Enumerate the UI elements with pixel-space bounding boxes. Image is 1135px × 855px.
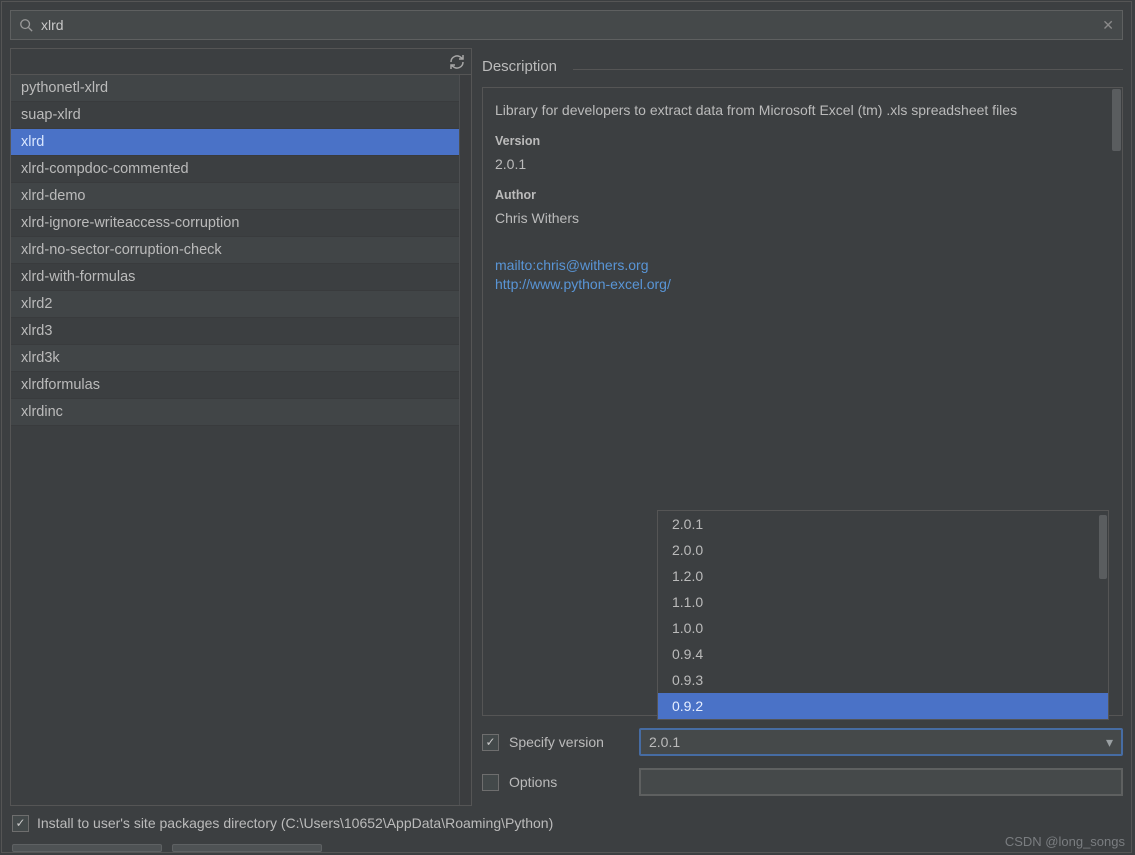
version-option[interactable]: 0.9.3: [658, 667, 1108, 693]
package-item[interactable]: xlrd3k: [11, 345, 459, 372]
package-item[interactable]: xlrd: [11, 129, 459, 156]
refresh-icon[interactable]: [449, 54, 465, 70]
package-item[interactable]: xlrd2: [11, 291, 459, 318]
version-option[interactable]: 1.2.0: [658, 563, 1108, 589]
version-option[interactable]: 1.1.0: [658, 589, 1108, 615]
version-option[interactable]: 2.0.1: [658, 511, 1108, 537]
package-link[interactable]: mailto:chris@withers.org: [495, 256, 1110, 275]
version-label: Version: [495, 134, 1110, 148]
search-input[interactable]: [33, 17, 1102, 33]
version-option[interactable]: 1.0.0: [658, 615, 1108, 641]
version-option[interactable]: 2.0.0: [658, 537, 1108, 563]
search-icon: [19, 18, 33, 32]
package-item[interactable]: suap-xlrd: [11, 102, 459, 129]
search-bar[interactable]: ✕: [10, 10, 1123, 40]
version-value: 2.0.1: [495, 156, 1110, 172]
package-item[interactable]: xlrd-ignore-writeaccess-corruption: [11, 210, 459, 237]
package-summary: Library for developers to extract data f…: [495, 102, 1110, 118]
package-item[interactable]: xlrd-demo: [11, 183, 459, 210]
options-checkbox[interactable]: [482, 774, 499, 791]
version-dropdown-scrollbar[interactable]: [1097, 511, 1108, 719]
package-list-panel: pythonetl-xlrdsuap-xlrdxlrdxlrd-compdoc-…: [10, 48, 472, 806]
specify-version-checkbox[interactable]: [482, 734, 499, 751]
author-value: Chris Withers: [495, 210, 1110, 226]
options-label: Options: [509, 774, 629, 790]
install-user-row: Install to user's site packages director…: [2, 806, 1131, 840]
chevron-down-icon: ▾: [1106, 734, 1113, 751]
package-item[interactable]: xlrd-compdoc-commented: [11, 156, 459, 183]
version-dropdown-popup[interactable]: 2.0.12.0.01.2.01.1.01.0.00.9.40.9.30.9.2: [657, 510, 1109, 720]
install-user-checkbox[interactable]: [12, 815, 29, 832]
heading-divider: [573, 69, 1123, 70]
dialog-button[interactable]: [12, 844, 162, 852]
package-list-header: [11, 49, 471, 75]
package-list[interactable]: pythonetl-xlrdsuap-xlrdxlrdxlrd-compdoc-…: [11, 75, 459, 805]
clear-search-icon[interactable]: ✕: [1102, 17, 1114, 34]
version-option[interactable]: 0.9.2: [658, 693, 1108, 719]
install-user-label: Install to user's site packages director…: [37, 815, 553, 831]
description-scrollbar[interactable]: [1110, 88, 1122, 715]
specify-version-label: Specify version: [509, 734, 629, 750]
package-link[interactable]: http://www.python-excel.org/: [495, 275, 1110, 294]
version-combobox-value: 2.0.1: [649, 734, 680, 750]
author-label: Author: [495, 188, 1110, 202]
package-item[interactable]: xlrd-with-formulas: [11, 264, 459, 291]
package-item[interactable]: xlrd-no-sector-corruption-check: [11, 237, 459, 264]
package-list-scrollbar[interactable]: [459, 75, 471, 805]
version-combobox[interactable]: 2.0.1 ▾: [639, 728, 1123, 756]
package-item[interactable]: xlrdformulas: [11, 372, 459, 399]
watermark: CSDN @long_songs: [1005, 834, 1125, 849]
description-panel: Description Library for developers to ex…: [482, 48, 1123, 806]
description-heading: Description: [482, 52, 557, 83]
package-item[interactable]: xlrd3: [11, 318, 459, 345]
version-option[interactable]: 0.9.4: [658, 641, 1108, 667]
options-input[interactable]: [639, 768, 1123, 796]
dialog-button-row: [2, 840, 1131, 852]
package-item[interactable]: xlrdinc: [11, 399, 459, 426]
dialog-button[interactable]: [172, 844, 322, 852]
package-item[interactable]: pythonetl-xlrd: [11, 75, 459, 102]
